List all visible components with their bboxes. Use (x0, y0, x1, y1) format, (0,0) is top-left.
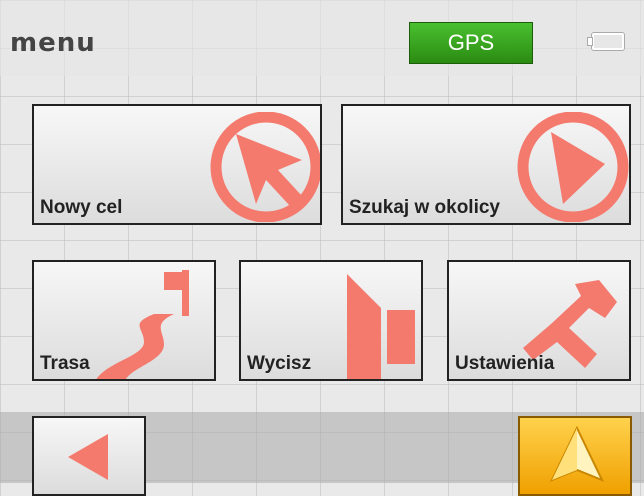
tile-label: Trasa (40, 353, 90, 374)
search-nearby-button[interactable]: Szukaj w okolicy (341, 104, 631, 225)
play-triangle-icon (517, 112, 629, 222)
cursor-arrow-icon (210, 112, 320, 222)
navigate-button[interactable] (518, 416, 632, 496)
back-button[interactable] (32, 416, 146, 496)
tile-label: Wycisz (247, 353, 312, 374)
tile-label: Ustawienia (455, 353, 555, 374)
tile-label: Nowy cel (40, 197, 123, 218)
page-title: menu (10, 28, 96, 58)
mute-button[interactable]: Wycisz (239, 260, 423, 381)
battery-icon (588, 33, 624, 50)
gps-status-button[interactable]: GPS (409, 22, 533, 64)
tile-label: Szukaj w okolicy (349, 197, 500, 218)
navigation-arrow-icon (550, 426, 604, 482)
settings-button[interactable]: Ustawienia (447, 260, 631, 381)
new-destination-button[interactable]: Nowy cel (32, 104, 322, 225)
back-arrow-icon (68, 434, 108, 480)
route-button[interactable]: Trasa (32, 260, 216, 381)
top-bar (0, 0, 644, 76)
